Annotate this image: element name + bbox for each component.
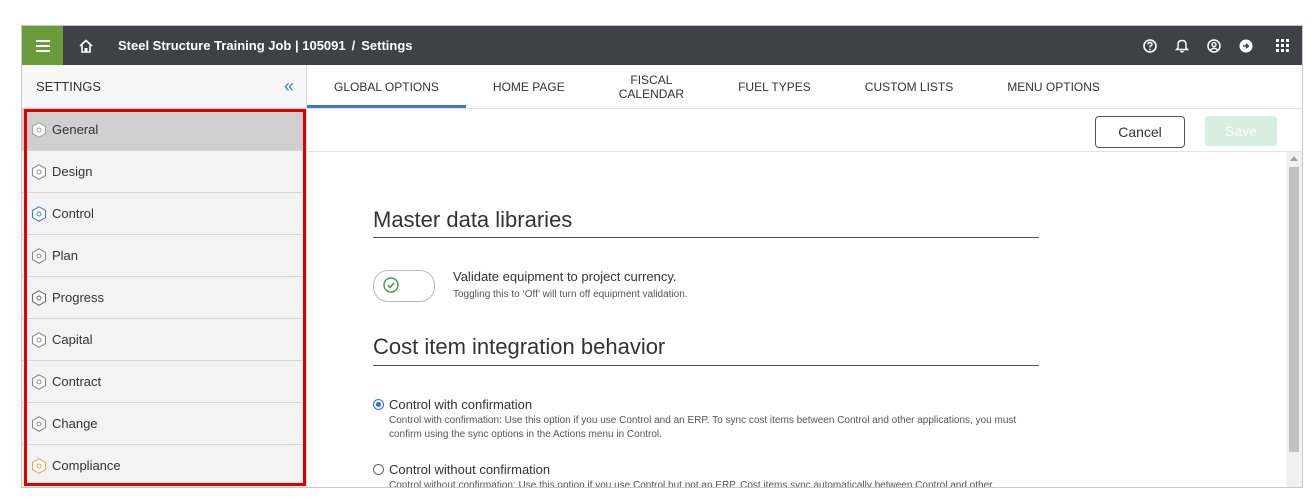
radio-description: Control with confirmation: Use this opti… <box>389 415 1017 440</box>
sidebar-item-label: Control <box>52 206 94 221</box>
save-button[interactable]: Save <box>1205 116 1277 146</box>
sidebar-item-progress[interactable]: Progress <box>22 276 306 318</box>
bell-icon <box>1175 39 1189 53</box>
app-window: Steel Structure Training Job | 105091 / Se… <box>21 25 1303 488</box>
menu-button[interactable] <box>22 26 63 65</box>
tab-global-options[interactable]: GLOBAL OPTIONS <box>307 65 466 108</box>
radio-button[interactable] <box>373 399 384 410</box>
toggle-label: Validate equipment to project currency. <box>453 269 677 284</box>
home-icon <box>79 38 93 53</box>
scroll-thumb[interactable] <box>1289 167 1299 452</box>
sidebar-item-control[interactable]: Control <box>22 192 306 234</box>
collapse-sidebar-icon[interactable]: « <box>284 76 294 97</box>
app-grid-icon <box>1275 39 1289 52</box>
tab-menu-options[interactable]: MENU OPTIONS <box>980 65 1127 108</box>
contract-hex-icon <box>31 373 47 390</box>
check-circle-icon <box>383 277 399 293</box>
general-hex-icon <box>31 121 47 138</box>
section-divider <box>373 237 1039 238</box>
app-switcher-button[interactable] <box>1262 26 1302 65</box>
control-hex-icon <box>31 205 47 222</box>
notifications-button[interactable] <box>1166 26 1198 65</box>
sidebar-item-general[interactable]: General <box>22 108 306 150</box>
sidebar-item-label: Change <box>52 416 98 431</box>
home-button[interactable] <box>66 26 106 65</box>
top-bar: Steel Structure Training Job | 105091 / Se… <box>22 26 1302 65</box>
breadcrumb: Steel Structure Training Job | 105091 / Se… <box>118 26 413 65</box>
sidebar-item-change[interactable]: Change <box>22 402 306 444</box>
sidebar-item-compliance[interactable]: Compliance <box>22 444 306 486</box>
sidebar-title: SETTINGS <box>36 79 102 94</box>
user-circle-icon <box>1207 38 1221 53</box>
help-button[interactable] <box>1134 26 1166 65</box>
sign-out-button[interactable] <box>1230 26 1262 65</box>
settings-sidebar: SETTINGS « General Design Control Plan Progr… <box>22 65 307 487</box>
help-circle-icon <box>1143 38 1157 53</box>
sidebar-item-design[interactable]: Design <box>22 150 306 192</box>
sidebar-item-label: Design <box>52 164 93 179</box>
settings-content: Master data libraries Validate equipment… <box>307 152 1284 487</box>
account-button[interactable] <box>1198 26 1230 65</box>
sidebar-item-label: Capital <box>52 332 93 347</box>
toggle-hint: Toggling this to ‘Off’ will turn off equ… <box>453 289 688 300</box>
plan-hex-icon <box>31 247 47 264</box>
tab-fiscal-calendar[interactable]: FISCAL CALENDAR <box>592 65 711 108</box>
scroll-up-arrow-icon[interactable] <box>1290 156 1298 161</box>
tab-custom-lists[interactable]: CUSTOM LISTS <box>838 65 980 108</box>
sidebar-item-plan[interactable]: Plan <box>22 234 306 276</box>
radio-description: Control without confirmation: Use this o… <box>389 480 993 487</box>
sidebar-item-label: General <box>52 122 99 137</box>
section-title-cost-item: Cost item integration behavior <box>373 334 666 359</box>
breadcrumb-separator: / <box>351 38 356 53</box>
cancel-button[interactable]: Cancel <box>1095 116 1185 148</box>
validate-currency-toggle[interactable] <box>373 270 435 302</box>
top-bar-icons <box>1134 26 1302 65</box>
tab-fuel-types[interactable]: FUEL TYPES <box>711 65 838 108</box>
sidebar-item-label: Compliance <box>52 458 121 473</box>
content-scrollbar[interactable] <box>1286 152 1302 487</box>
sidebar-item-label: Progress <box>52 290 105 305</box>
sidebar-item-label: Plan <box>52 248 79 263</box>
sidebar-item-contract[interactable]: Contract <box>22 360 306 402</box>
progress-hex-icon <box>31 289 47 306</box>
action-bar: Cancel Save <box>307 109 1302 152</box>
section-divider <box>373 365 1039 366</box>
settings-tabs: GLOBAL OPTIONS HOME PAGE FISCAL CALENDAR FU… <box>307 65 1302 109</box>
sidebar-item-label: Contract <box>52 374 102 389</box>
sign-out-icon <box>1239 39 1253 52</box>
sidebar-item-capital[interactable]: Capital <box>22 318 306 360</box>
section-title-master-data: Master data libraries <box>373 207 573 232</box>
breadcrumb-job[interactable]: Steel Structure Training Job | 105091 <box>118 38 346 53</box>
sidebar-list: General Design Control Plan Progress Capital C… <box>22 108 306 486</box>
breadcrumb-page: Settings <box>361 38 413 53</box>
radio-button[interactable] <box>373 464 384 475</box>
hamburger-icon <box>35 39 50 52</box>
compliance-hex-icon <box>31 457 47 474</box>
radio-label[interactable]: Control without confirmation <box>389 462 550 477</box>
capital-hex-icon <box>31 331 47 348</box>
sidebar-header: SETTINGS « <box>22 65 306 108</box>
change-hex-icon <box>31 415 47 432</box>
design-hex-icon <box>31 163 47 180</box>
radio-label[interactable]: Control with confirmation <box>389 397 532 412</box>
tab-home-page[interactable]: HOME PAGE <box>466 65 592 108</box>
